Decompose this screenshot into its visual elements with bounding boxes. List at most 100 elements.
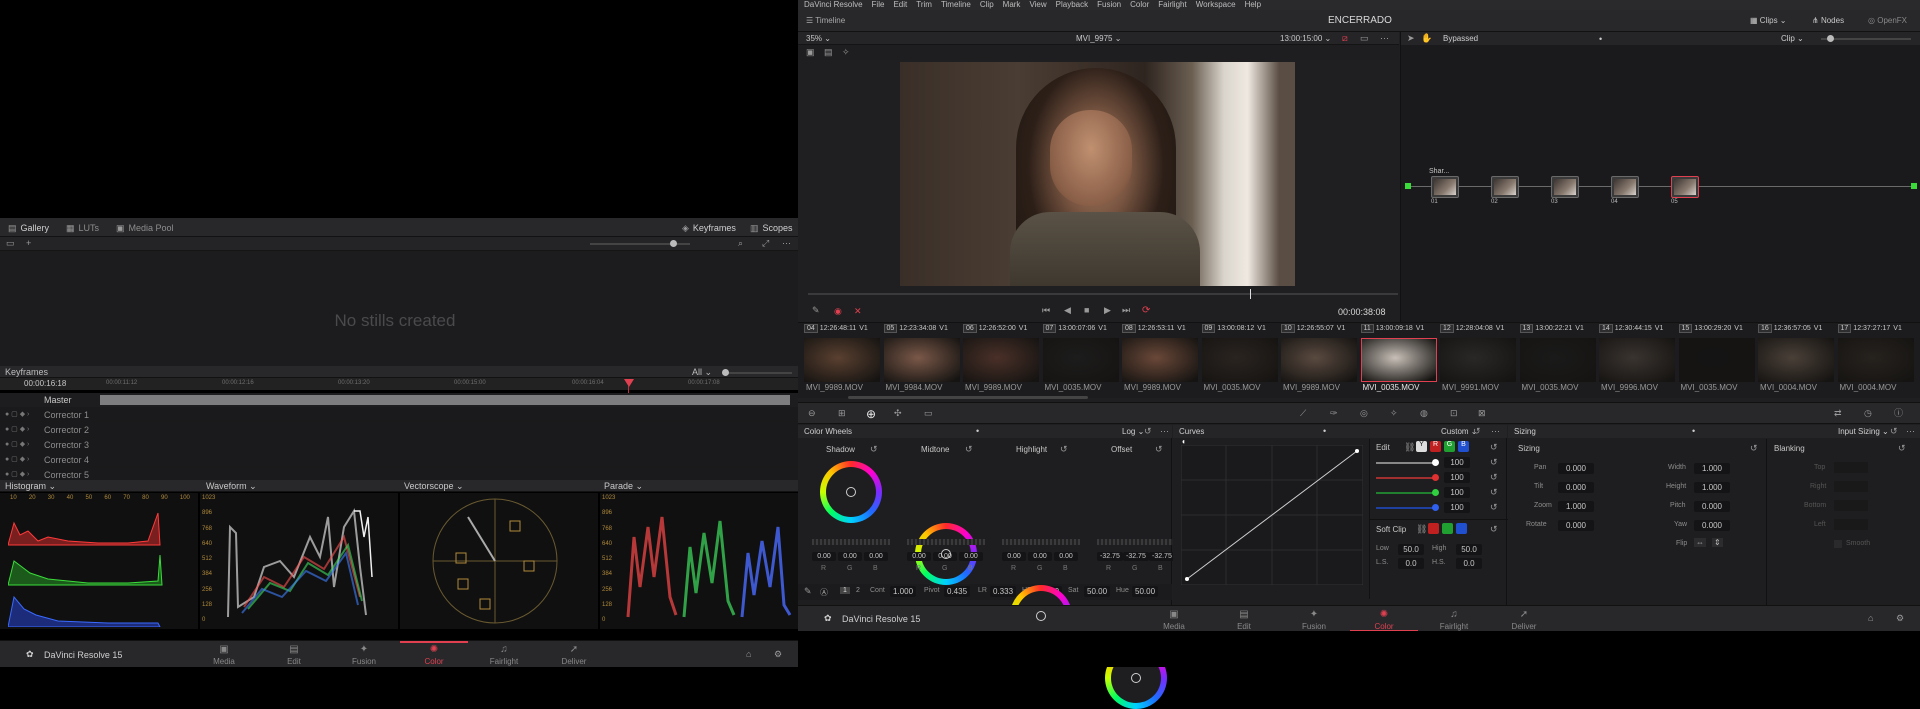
window-icon[interactable]: ◎	[1360, 409, 1368, 418]
reset-icon[interactable]: ↺	[1155, 445, 1163, 454]
wheel-value-b[interactable]: 0.00	[959, 552, 983, 561]
intensity-field-g[interactable]: 100	[1444, 487, 1470, 498]
track-controls[interactable]: ● ▢ ◆ ›	[5, 455, 29, 463]
color-wheel[interactable]	[820, 461, 882, 523]
parade-selector[interactable]: Parade ⌄	[604, 481, 643, 492]
menu-item[interactable]: Clip	[980, 0, 994, 9]
wheel-value-r[interactable]: -32.75	[1097, 552, 1123, 561]
wheel-value-b[interactable]: 0.00	[864, 552, 888, 561]
highlight-icon[interactable]: ✧	[842, 48, 850, 57]
reset-icon[interactable]: ↺	[965, 445, 973, 454]
wheel-center-handle[interactable]	[1036, 611, 1046, 621]
softclip-r-button[interactable]	[1428, 523, 1439, 534]
clip-thumbnail[interactable]	[1201, 338, 1278, 382]
master-wheel-dial[interactable]	[907, 539, 985, 545]
page-tab-fusion[interactable]: ✦ Fusion	[344, 644, 384, 666]
hue-field[interactable]: 50.00	[1132, 586, 1159, 597]
wheel-center-handle[interactable]	[941, 549, 951, 559]
node-01[interactable]	[1431, 176, 1459, 198]
menu-item[interactable]: View	[1029, 0, 1046, 9]
node-mode-selector[interactable]: Clip ⌄	[1781, 34, 1804, 43]
clip-thumbnail[interactable]	[1678, 338, 1755, 382]
tab-gallery[interactable]: ▤ Gallery	[8, 223, 49, 233]
viewer-timecode[interactable]: 13:00:15:00 ⌄	[1280, 34, 1331, 43]
link-icon[interactable]: ⛓	[1404, 443, 1415, 452]
reset-icon[interactable]: ↺	[1490, 458, 1498, 467]
wheel-value-r[interactable]: 0.00	[907, 552, 931, 561]
reset-icon[interactable]: ↺	[1473, 427, 1481, 436]
intensity-field-y[interactable]: 100	[1444, 457, 1470, 468]
more-options-icon[interactable]: •	[976, 426, 979, 436]
clip-thumbnail[interactable]	[1440, 338, 1516, 382]
low-field[interactable]: 50.0	[1398, 544, 1424, 555]
reset-icon[interactable]: ↺	[1890, 427, 1898, 436]
channel-g-button[interactable]: G	[1444, 441, 1455, 452]
page-tab-fairlight[interactable]: ♫ Fairlight	[1434, 609, 1474, 631]
track-controls[interactable]: ● ▢ ◆ ›	[5, 470, 29, 478]
menu-item[interactable]: Trim	[916, 0, 932, 9]
clip-scrollbar[interactable]	[848, 396, 1088, 399]
softclip-b-button[interactable]	[1456, 523, 1467, 534]
menu-item[interactable]: Timeline	[941, 0, 971, 9]
sizing-icon[interactable]: ⊠	[1478, 409, 1486, 418]
ls-field[interactable]: 0.0	[1398, 558, 1424, 569]
curve-graph[interactable]	[1181, 445, 1363, 585]
keyframes-filter[interactable]: All ⌄	[692, 367, 712, 378]
timeline-toggle[interactable]: ☰ Timeline	[806, 16, 845, 25]
wheel-mode-selector[interactable]: Log ⌄	[1122, 427, 1144, 436]
page-tab-deliver[interactable]: ➚ Deliver	[1504, 609, 1544, 631]
home-icon[interactable]: ⌂	[1868, 614, 1873, 623]
blank-right-field[interactable]	[1834, 481, 1868, 492]
viewer-mode-icon[interactable]: ▭	[1360, 34, 1369, 43]
image-wipe-icon[interactable]: ▣	[806, 48, 815, 57]
thumbnail-size-slider[interactable]	[590, 240, 690, 247]
album-list-icon[interactable]: ▭	[6, 239, 15, 248]
page-tab-color[interactable]: ✺ Color	[414, 644, 454, 666]
panel-options-icon[interactable]: ⋯	[1491, 427, 1500, 436]
page-tab-media[interactable]: ▣ Media	[1154, 609, 1194, 631]
page-tab-fairlight[interactable]: ♫ Fairlight	[484, 644, 524, 666]
key-icon[interactable]: ⊡	[1450, 409, 1458, 418]
wheel-value-b[interactable]: 0.00	[1054, 552, 1078, 561]
wheel-page-1[interactable]: 1	[840, 587, 850, 594]
playhead-marker[interactable]	[624, 379, 634, 387]
clip-thumbnail[interactable]	[963, 338, 1039, 382]
play-reverse-icon[interactable]: ◀	[1064, 306, 1071, 315]
intensity-slider-b[interactable]	[1376, 504, 1439, 511]
master-wheel-dial[interactable]	[1097, 539, 1175, 545]
tab-media-pool[interactable]: ▣ Media Pool	[116, 223, 174, 233]
smooth-checkbox[interactable]	[1834, 540, 1842, 548]
track-controls[interactable]: ● ▢ ◆ ›	[5, 425, 29, 433]
intensity-field-b[interactable]: 100	[1444, 502, 1470, 513]
blank-left-field[interactable]	[1834, 519, 1868, 530]
menu-item[interactable]: Fusion	[1097, 0, 1121, 9]
curves-icon[interactable]: ⟋	[1300, 409, 1306, 418]
pan-field[interactable]: 0.000	[1558, 463, 1594, 474]
page-tab-fusion[interactable]: ✦ Fusion	[1294, 609, 1334, 631]
channel-b-button[interactable]: B	[1458, 441, 1469, 452]
blank-bottom-field[interactable]	[1834, 500, 1868, 511]
viewer-scrubber[interactable]	[808, 289, 1398, 299]
zoom-selector[interactable]: 35% ⌄	[806, 34, 831, 43]
blur-icon[interactable]: ◍	[1420, 409, 1428, 418]
menu-item[interactable]: File	[872, 0, 885, 9]
reset-icon[interactable]: ↺	[1490, 473, 1498, 482]
blank-top-field[interactable]	[1834, 462, 1868, 473]
wheel-value-g[interactable]: 0.00	[1028, 552, 1052, 561]
page-tab-color[interactable]: ✺ Color	[1364, 609, 1404, 631]
tab-scopes[interactable]: ▥ Scopes	[750, 223, 793, 233]
tilt-field[interactable]: 0.000	[1558, 482, 1594, 493]
pitch-field[interactable]: 0.000	[1694, 501, 1730, 512]
flip-vertical-button[interactable]: ⇕	[1712, 538, 1723, 547]
width-field[interactable]: 1.000	[1694, 463, 1730, 474]
tracker-icon[interactable]: ✧	[1390, 409, 1398, 418]
highlight-mode-icon[interactable]: ◉	[834, 306, 842, 317]
menu-item[interactable]: DaVinci Resolve	[804, 0, 863, 9]
contrast-field[interactable]: 1.000	[890, 586, 917, 597]
softclip-g-button[interactable]	[1442, 523, 1453, 534]
motion-effects-icon[interactable]: ▭	[924, 409, 933, 418]
reset-icon[interactable]: ↺	[1144, 427, 1152, 436]
wheel-center-handle[interactable]	[846, 487, 856, 497]
openfx-toggle[interactable]: ◎ OpenFX	[1868, 16, 1907, 25]
menu-item[interactable]: Help	[1245, 0, 1261, 9]
